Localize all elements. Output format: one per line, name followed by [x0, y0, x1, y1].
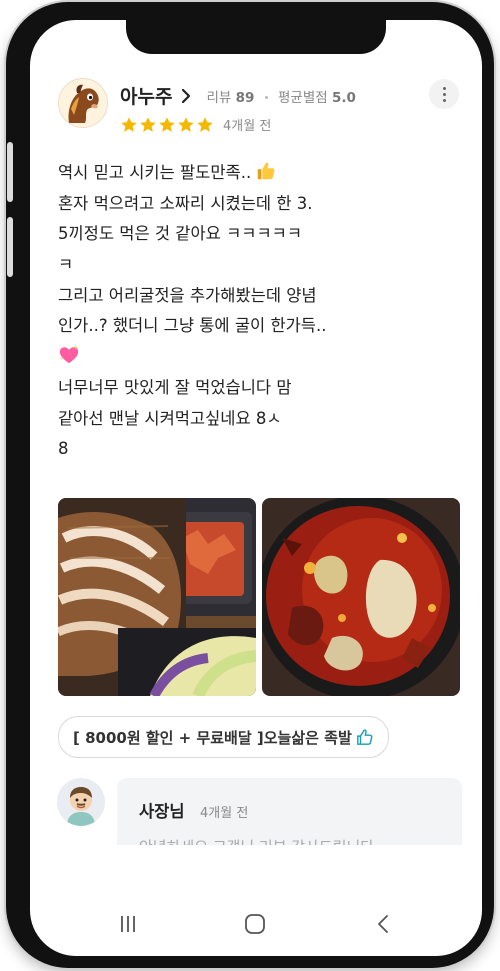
review-content: 아누주 리뷰 89 평균별점 5.0 4개월 전 역시 믿고 시키는 팔도만족.… [30, 20, 482, 845]
review-text: 역시 믿고 시키는 팔도만족.. 혼자 먹으려고 소짜리 시켰는데 한 3. 5… [58, 158, 388, 465]
menu-tag-label: [ 8000원 할인 + 무료배달 ]오늘삶은 족발 [73, 728, 352, 747]
review-line: 역시 믿고 시키는 팔도만족.. [58, 158, 388, 189]
volume-button [7, 142, 13, 202]
recents-button[interactable] [110, 906, 146, 942]
review-photo-oyster-stew[interactable] [262, 498, 460, 696]
review-line: 그리고 어리굴젓을 추가해봤는데 양념 [58, 285, 317, 305]
star-icon [159, 116, 175, 132]
back-icon [378, 915, 388, 933]
reviewer-name[interactable]: 아누주 [120, 82, 172, 109]
sparkling-heart-emoji-icon [59, 345, 79, 364]
star-icon [121, 116, 137, 132]
chevron-right-icon[interactable] [176, 86, 196, 106]
owner-avatar [57, 778, 105, 826]
avg-rating-label: 평균별점 [277, 89, 328, 106]
review-line: 인가..? 했더니 그냥 통에 굴이 한가득.. [58, 316, 327, 336]
review-date: 4개월 전 [223, 119, 272, 134]
review-count-label: 리뷰 [206, 89, 232, 106]
home-button[interactable] [237, 906, 273, 942]
separator-dot [264, 96, 268, 99]
recents-icon [121, 916, 135, 932]
system-nav-bar [30, 900, 482, 950]
thumbs-up-icon [356, 729, 373, 745]
review-header: 아누주 리뷰 89 평균별점 5.0 4개월 전 [58, 78, 459, 142]
volume-button [7, 217, 13, 277]
owner-name: 사장님 [139, 802, 185, 821]
rating-stars: 4개월 전 [120, 115, 271, 134]
owner-reply-bubble: 사장님 4개월 전 안녕하세요 고객님 리뷰 감사드립니다 [117, 778, 462, 845]
phone-frame: 아누주 리뷰 89 평균별점 5.0 4개월 전 역시 믿고 시키는 팔도만족.… [6, 2, 494, 968]
review-line: 혼자 먹으려고 소짜리 시켰는데 한 3. [58, 193, 313, 213]
review-line: 5끼정도 먹은 것 같아요 ㅋㅋㅋㅋㅋ [58, 224, 302, 244]
avg-rating: 5.0 [331, 89, 356, 106]
reviewer-avatar[interactable] [58, 78, 108, 128]
home-icon [245, 914, 265, 934]
more-dots-icon [442, 86, 446, 90]
review-line: 같아선 맨날 시켜먹고싶네요 8ㅅ [58, 408, 282, 428]
star-icon [140, 116, 156, 132]
reviewer-info: 아누주 리뷰 89 평균별점 5.0 [120, 82, 356, 109]
reviewer-stats: 리뷰 89 평균별점 5.0 [206, 86, 355, 106]
review-photo-jokbal[interactable] [58, 498, 256, 696]
review-line [58, 342, 388, 373]
owner-reply-date: 4개월 전 [200, 806, 249, 821]
star-icon [197, 116, 213, 132]
review-line: ㅋ [58, 255, 74, 275]
more-options-button[interactable] [429, 79, 459, 109]
review-count: 89 [235, 89, 255, 106]
camera-notch [126, 20, 386, 54]
review-line: 8 [58, 439, 69, 459]
back-button[interactable] [366, 906, 402, 942]
owner-reply-text: 안녕하세요 고객님 리뷰 감사드립니다 [139, 836, 374, 845]
thumbs-up-emoji-icon [257, 162, 275, 180]
screen: 아누주 리뷰 89 평균별점 5.0 4개월 전 역시 믿고 시키는 팔도만족.… [30, 20, 482, 956]
review-line: 너무너무 맛있게 잘 먹었습니다 맘 [58, 377, 292, 397]
ordered-menu-tag[interactable]: [ 8000원 할인 + 무료배달 ]오늘삶은 족발 [58, 716, 389, 758]
star-icon [178, 116, 194, 132]
